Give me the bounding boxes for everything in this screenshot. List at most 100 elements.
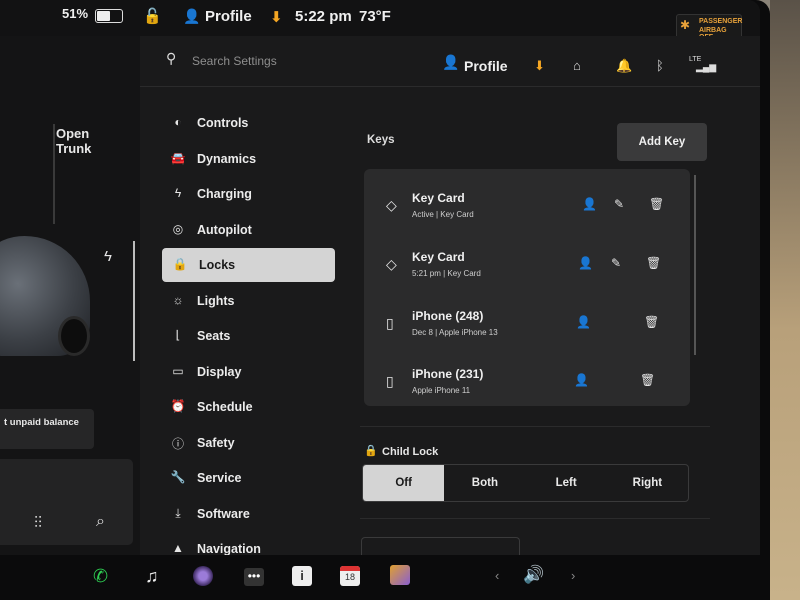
outside-temperature: 73°F: [359, 8, 391, 25]
nav-item-software[interactable]: ⤓ Software: [160, 497, 340, 531]
signal-icon: ▂▄▆: [696, 62, 717, 72]
seat-icon: ⌊: [175, 328, 181, 342]
key-name: Key Card: [412, 250, 465, 264]
steering-wheel-icon: ◎: [172, 221, 184, 236]
key-name: Key Card: [412, 191, 465, 205]
section-divider: [360, 518, 710, 519]
nav-item-schedule[interactable]: ⏰ Schedule: [160, 390, 340, 424]
keys-list-scrollbar[interactable]: [694, 175, 696, 355]
calendar-day: 18: [344, 572, 355, 582]
delete-trash-icon[interactable]: 🗑: [640, 373, 655, 387]
section-divider: [360, 426, 710, 427]
profile-icon[interactable]: 👤: [442, 54, 459, 71]
battery-icon: [95, 9, 123, 23]
chevron-left-icon[interactable]: ‹: [495, 568, 499, 583]
nav-item-dynamics[interactable]: 🚘 Dynamics: [160, 142, 340, 176]
edit-pencil-icon[interactable]: ✎: [614, 197, 624, 211]
next-setting-partial[interactable]: [361, 537, 520, 555]
download-icon[interactable]: ⬇: [270, 8, 283, 26]
battery-percent: 51%: [62, 6, 89, 21]
clock: 5:22 pm: [295, 8, 352, 25]
unpaid-balance-notice[interactable]: t unpaid balance: [0, 409, 94, 449]
edit-pencil-icon[interactable]: ✎: [611, 256, 621, 270]
key-row[interactable]: ▯ iPhone (231) Apple iPhone 11 👤 🗑: [364, 353, 690, 411]
homelink-icon[interactable]: ⌂: [573, 58, 581, 73]
touchscreen: 51% 🔓 👤 Profile ⬇ 5:22 pm 73°F ✱ PASSENG…: [0, 0, 760, 555]
calendar-app-icon[interactable]: 18: [340, 566, 360, 586]
nav-item-service[interactable]: 🔧 Service: [160, 461, 340, 495]
key-card-icon: ◇: [386, 197, 397, 213]
assign-profile-icon[interactable]: 👤: [576, 315, 591, 329]
sliders-icon[interactable]: ⫶⫶: [34, 515, 42, 533]
manual-app-icon[interactable]: i: [292, 566, 312, 586]
charge-indicator-line: [133, 241, 135, 361]
bluetooth-icon[interactable]: ᛒ: [656, 58, 664, 73]
profile-icon[interactable]: 👤: [183, 8, 200, 25]
child-lock-option-right[interactable]: Right: [607, 465, 688, 501]
info-icon: ⓘ: [171, 436, 184, 451]
locks-content: Keys Add Key ◇ Key Card Active | Key Car…: [360, 96, 755, 555]
quick-controls-card: ⫶⫶ ⌕: [0, 459, 133, 545]
charge-port-icon[interactable]: ϟ: [104, 248, 112, 265]
wrench-icon: 🔧: [170, 470, 186, 484]
key-card-icon: ◇: [386, 256, 397, 272]
sun-icon: ☼: [172, 292, 184, 307]
nav-item-seats[interactable]: ⌊ Seats: [160, 319, 340, 353]
key-row[interactable]: ◇ Key Card 5:21 pm | Key Card 👤 ✎ 🗑: [364, 236, 690, 294]
toybox-app-icon[interactable]: [390, 565, 410, 585]
lock-icon: 🔒: [364, 445, 378, 457]
display-icon: ▭: [172, 363, 184, 378]
camera-app-icon[interactable]: [193, 566, 213, 586]
key-detail: Apple iPhone 11: [412, 386, 471, 395]
search-settings-input[interactable]: [190, 49, 434, 73]
header-profile-label[interactable]: Profile: [464, 58, 508, 74]
child-lock-option-off[interactable]: Off: [363, 465, 445, 501]
nav-item-controls[interactable]: ◐ Controls: [160, 106, 340, 140]
child-lock-option-left[interactable]: Left: [526, 465, 607, 501]
keys-heading: Keys: [367, 134, 395, 146]
volume-icon[interactable]: 🔊: [523, 565, 544, 585]
nav-item-lights[interactable]: ☼ Lights: [160, 284, 340, 318]
nav-item-autopilot[interactable]: ◎ Autopilot: [160, 213, 340, 247]
settings-panel: ⚲ 👤 Profile ⬇ ⌂ 🔔 ᛒ LTE ▂▄▆ ◐Controls 🚘D…: [140, 36, 760, 555]
toggle-icon: ◐: [174, 115, 182, 129]
status-bar: 51% 🔓 👤 Profile ⬇ 5:22 pm 73°F ✱ PASSENG…: [0, 0, 760, 41]
nav-item-safety[interactable]: ⓘ Safety: [160, 426, 340, 460]
airbag-icon: ✱: [680, 18, 691, 32]
add-key-button[interactable]: Add Key: [617, 123, 707, 161]
child-lock-heading: Child Lock: [382, 446, 439, 458]
nav-item-locks[interactable]: 🔒 Locks: [162, 248, 335, 282]
lock-icon: 🔒: [172, 257, 188, 271]
nav-item-navigation[interactable]: ▲ Navigation: [160, 532, 340, 555]
search-icon[interactable]: ⌕: [96, 513, 105, 531]
child-lock-option-both[interactable]: Both: [444, 465, 525, 501]
search-icon: ⚲: [166, 50, 177, 66]
alarm-icon: ⏰: [170, 399, 186, 413]
music-note-icon[interactable]: ♫: [145, 566, 159, 587]
key-row[interactable]: ◇ Key Card Active | Key Card 👤 ✎ 🗑: [364, 177, 690, 235]
phone-icon[interactable]: ✆: [93, 566, 108, 587]
chevron-right-icon[interactable]: ›: [571, 568, 575, 583]
open-trunk-button[interactable]: Open Trunk: [56, 126, 116, 156]
key-detail: Active | Key Card: [412, 210, 474, 219]
assign-profile-icon[interactable]: 👤: [582, 197, 597, 211]
lock-status-icon[interactable]: 🔓: [143, 7, 162, 25]
download-icon[interactable]: ⬇: [534, 58, 545, 74]
nav-item-display[interactable]: ▭ Display: [160, 355, 340, 389]
status-profile-label[interactable]: Profile: [205, 8, 252, 25]
more-apps-icon[interactable]: •••: [244, 568, 264, 586]
key-name: iPhone (231): [412, 367, 484, 381]
car-icon: 🚘: [170, 150, 186, 165]
assign-profile-icon[interactable]: 👤: [578, 256, 593, 270]
notification-bell-icon[interactable]: 🔔: [616, 58, 632, 74]
settings-header: ⚲ 👤 Profile ⬇ ⌂ 🔔 ᛒ LTE ▂▄▆: [140, 36, 760, 87]
delete-trash-icon[interactable]: 🗑: [644, 315, 659, 329]
keys-list: ◇ Key Card Active | Key Card 👤 ✎ 🗑 ◇ Key…: [364, 169, 696, 406]
background-wall: [770, 0, 800, 600]
delete-trash-icon[interactable]: 🗑: [646, 256, 661, 270]
key-row[interactable]: ▯ iPhone (248) Dec 8 | Apple iPhone 13 👤…: [364, 295, 690, 353]
nav-item-charging[interactable]: ϟ Charging: [160, 177, 340, 211]
delete-trash-icon[interactable]: 🗑: [649, 197, 664, 211]
child-lock-selector: Off Both Left Right: [362, 464, 689, 502]
assign-profile-icon[interactable]: 👤: [574, 373, 589, 387]
